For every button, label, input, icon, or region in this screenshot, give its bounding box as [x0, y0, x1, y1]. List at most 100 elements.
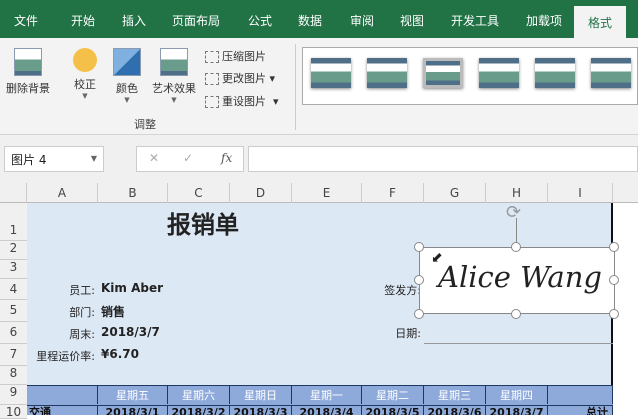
name-box[interactable]: 图片 4 ▼: [4, 146, 104, 172]
resize-handle-se[interactable]: [609, 309, 619, 319]
color-icon: [113, 48, 141, 76]
tab-page-layout[interactable]: 页面布局: [172, 12, 220, 29]
resize-handle-w[interactable]: [414, 275, 424, 285]
date-cell[interactable]: 2018/3/1: [98, 406, 168, 415]
column-header-e[interactable]: E: [292, 183, 362, 203]
date-cell[interactable]: 2018/3/6: [424, 406, 486, 415]
mileage-label: 里程运价率:: [36, 350, 95, 363]
row-header-1[interactable]: 1: [0, 203, 27, 241]
resize-handle-nw[interactable]: [414, 242, 424, 252]
picture-style-3[interactable]: [423, 58, 463, 88]
weekday-cell[interactable]: 星期一: [292, 385, 362, 404]
column-header-c[interactable]: C: [168, 183, 230, 203]
employee-value[interactable]: Kim Aber: [101, 281, 163, 295]
weekday-cell[interactable]: 星期三: [424, 385, 486, 404]
enter-icon[interactable]: ✓: [183, 151, 193, 165]
mileage-value[interactable]: ¥6.70: [101, 347, 139, 361]
row-header-4[interactable]: 4: [0, 279, 27, 300]
label: 艺术效果: [152, 82, 196, 95]
header-cell-blank[interactable]: [27, 385, 98, 404]
rotate-handle-icon[interactable]: ⟳: [506, 202, 521, 223]
tab-view[interactable]: 视图: [400, 12, 424, 29]
sheet-title: 报销单: [167, 211, 239, 239]
tab-formulas[interactable]: 公式: [248, 12, 272, 29]
artistic-effects-button[interactable]: 艺术效果 ▼: [148, 48, 200, 104]
remove-background-button[interactable]: 删除背景: [2, 48, 54, 96]
column-header-b[interactable]: B: [98, 183, 168, 203]
compress-icon: [205, 51, 219, 63]
date-cell[interactable]: 2018/3/4: [292, 406, 362, 415]
resize-handle-ne[interactable]: [609, 242, 619, 252]
date-cell[interactable]: 2018/3/2: [168, 406, 230, 415]
weekday-cell[interactable]: 星期二: [362, 385, 424, 404]
week-end-value[interactable]: 2018/3/7: [101, 325, 160, 339]
row-header-3[interactable]: 3: [0, 260, 27, 279]
row-header-10[interactable]: 10: [0, 405, 27, 419]
remove-background-icon: [14, 48, 42, 76]
tab-addins[interactable]: 加载项: [526, 12, 562, 29]
column-header-d[interactable]: D: [230, 183, 292, 203]
label: 更改图片: [222, 72, 266, 85]
weekday-cell[interactable]: 星期四: [486, 385, 548, 404]
column-header-i[interactable]: I: [548, 183, 613, 203]
column-header-g[interactable]: G: [424, 183, 486, 203]
reset-picture-icon: [205, 96, 219, 108]
tab-home[interactable]: 开始: [71, 12, 95, 29]
compress-pictures-button[interactable]: 压缩图片: [205, 48, 266, 64]
weekday-cell[interactable]: 星期五: [98, 385, 168, 404]
week-end-label: 周末:: [69, 328, 95, 341]
change-picture-icon: [205, 73, 219, 85]
artistic-effects-icon: [160, 48, 188, 76]
date-cell[interactable]: 2018/3/7: [486, 406, 548, 415]
corrections-button[interactable]: 校正 ▼: [66, 48, 104, 100]
resize-handle-n[interactable]: [511, 242, 521, 252]
cancel-icon[interactable]: ✕: [149, 151, 159, 165]
issuer-label: 签发方:: [384, 284, 421, 297]
picture-style-6[interactable]: [591, 58, 631, 88]
select-all-button[interactable]: [0, 183, 27, 203]
row-header-5[interactable]: 5: [0, 300, 27, 322]
picture-style-5[interactable]: [535, 58, 575, 88]
dept-value[interactable]: 销售: [101, 303, 125, 320]
row-header-9[interactable]: 9: [0, 385, 27, 405]
dept-label: 部门:: [69, 306, 95, 319]
signature-picture[interactable]: Alice Wang: [419, 247, 615, 314]
resize-handle-sw[interactable]: [414, 309, 424, 319]
column-header-a[interactable]: A: [27, 183, 98, 203]
column-header-f[interactable]: F: [362, 183, 424, 203]
ribbon-tabs: 文件 开始 插入 页面布局 公式 数据 审阅 视图 开发工具 加载项 格式: [0, 0, 638, 38]
insert-function-icon[interactable]: fx: [221, 151, 232, 165]
label: 删除背景: [6, 82, 50, 95]
date-cell[interactable]: 2018/3/5: [362, 406, 424, 415]
adjust-group-label: 调整: [134, 118, 156, 131]
picture-style-1[interactable]: [311, 58, 351, 88]
row-header-6[interactable]: 6: [0, 322, 27, 344]
tab-developer[interactable]: 开发工具: [451, 12, 499, 29]
formula-buttons: ✕ ✓ fx: [136, 146, 244, 172]
date-cell[interactable]: 2018/3/3: [230, 406, 292, 415]
row-label-cell[interactable]: 交通: [27, 406, 98, 415]
tab-data[interactable]: 数据: [298, 12, 322, 29]
row-header-2[interactable]: 2: [0, 241, 27, 260]
total-cell[interactable]: 总计: [548, 406, 613, 415]
column-header-h[interactable]: H: [486, 183, 548, 203]
weekday-cell[interactable]: 星期日: [230, 385, 292, 404]
label: 颜色: [116, 82, 138, 95]
reset-picture-button[interactable]: 重设图片 ▾: [205, 93, 279, 109]
resize-handle-s[interactable]: [511, 309, 521, 319]
formula-input[interactable]: [248, 146, 638, 172]
tab-insert[interactable]: 插入: [122, 12, 146, 29]
header-cell-blank[interactable]: [548, 385, 613, 404]
chevron-down-icon[interactable]: ▼: [91, 154, 97, 163]
change-picture-button[interactable]: 更改图片 ▾: [205, 70, 275, 86]
resize-handle-e[interactable]: [609, 275, 619, 285]
tab-format[interactable]: 格式: [574, 6, 627, 38]
picture-style-2[interactable]: [367, 58, 407, 88]
tab-review[interactable]: 审阅: [350, 12, 374, 29]
picture-style-4[interactable]: [479, 58, 519, 88]
tab-file[interactable]: 文件: [14, 12, 38, 29]
row-header-8[interactable]: 8: [0, 366, 27, 385]
weekday-cell[interactable]: 星期六: [168, 385, 230, 404]
color-button[interactable]: 颜色 ▼: [110, 48, 144, 104]
sun-icon: [73, 48, 97, 72]
